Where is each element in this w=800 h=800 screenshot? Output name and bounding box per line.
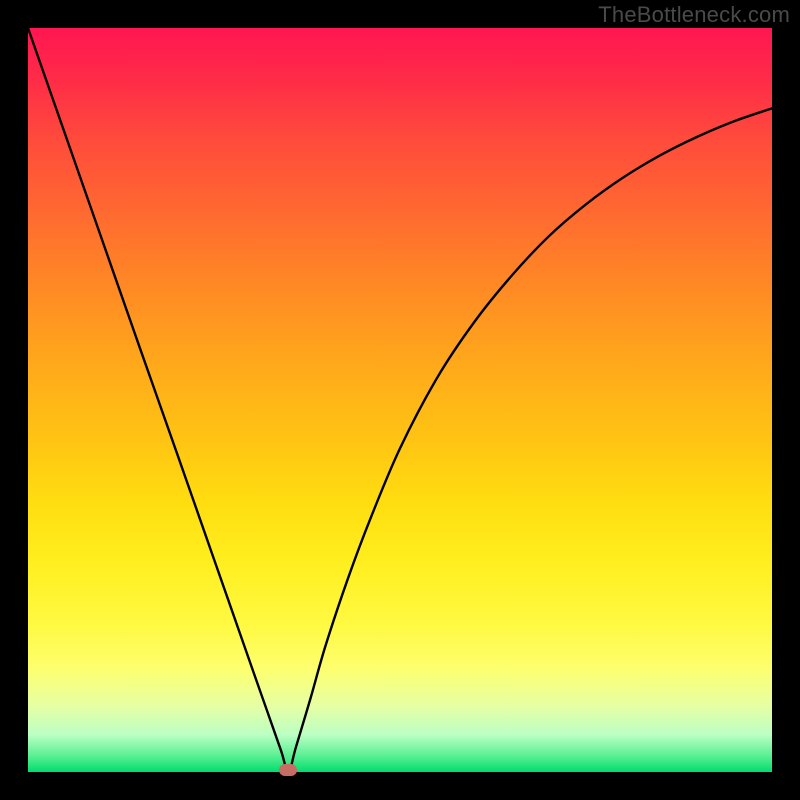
optimum-marker (279, 764, 297, 776)
bottleneck-curve (28, 28, 772, 772)
plot-area (28, 28, 772, 772)
chart-frame: TheBottleneck.com (0, 0, 800, 800)
attribution-text: TheBottleneck.com (598, 2, 790, 28)
